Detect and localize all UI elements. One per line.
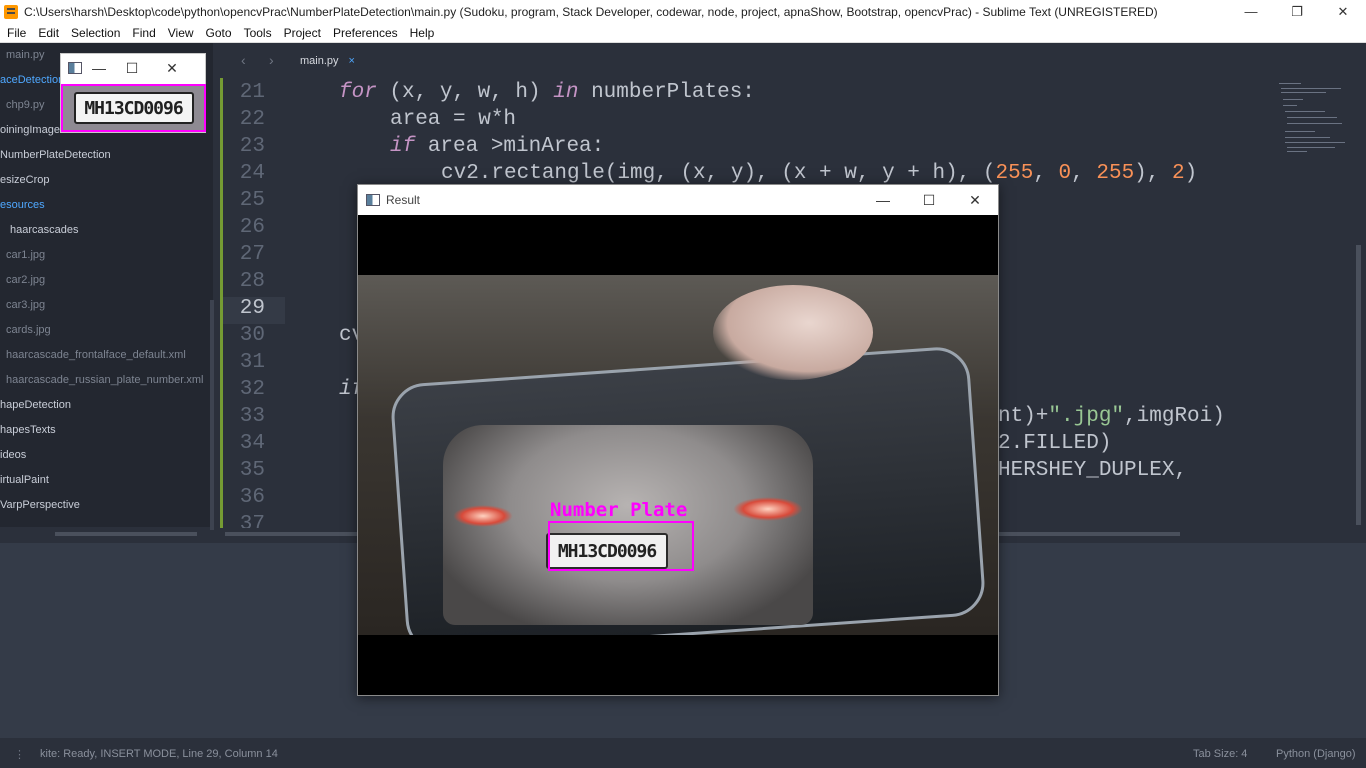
panel-toggle-icon[interactable]: ⋮	[14, 748, 25, 761]
nav-forward-icon[interactable]: ›	[269, 52, 274, 68]
sidebar-item[interactable]: haarcascades	[0, 218, 213, 243]
close-button[interactable]: ✕	[1320, 0, 1366, 23]
status-bar: ⋮ kite: Ready, INSERT MODE, Line 29, Col…	[0, 740, 1366, 768]
menu-edit[interactable]: Edit	[32, 26, 65, 40]
line-number: 29	[239, 297, 265, 320]
code-line: area = w*h	[390, 108, 517, 131]
code-line: 2.FILLED)	[998, 432, 1112, 455]
menu-goto[interactable]: Goto	[200, 26, 238, 40]
window-title: C:\Users\harsh\Desktop\code\python\openc…	[24, 4, 1158, 19]
sublime-text-icon	[4, 4, 18, 19]
result-window-titlebar[interactable]: Result — ☐ ✕	[358, 185, 998, 215]
code-line: nt)+".jpg",imgRoi)	[998, 405, 1225, 428]
menu-preferences[interactable]: Preferences	[327, 26, 404, 40]
sidebar-item[interactable]: haarcascade_russian_plate_number.xml	[0, 368, 213, 393]
vertical-scrollbar[interactable]	[1356, 245, 1361, 525]
line-number: 30	[239, 324, 265, 347]
menu-file[interactable]: File	[0, 26, 32, 40]
line-number: 33	[239, 405, 265, 428]
sidebar-item[interactable]: irtualPaint	[0, 468, 213, 493]
syntax-indicator[interactable]: Python (Django)	[1276, 748, 1356, 760]
sidebar-item[interactable]: car2.jpg	[0, 268, 213, 293]
result-window-title: Result	[386, 193, 421, 207]
line-number: 21	[239, 81, 265, 104]
line-number: 32	[239, 378, 265, 401]
status-text: kite: Ready, INSERT MODE, Line 29, Colum…	[40, 748, 278, 760]
close-button[interactable]: ✕	[952, 192, 998, 209]
minimap[interactable]	[1273, 79, 1353, 528]
opencv-window-icon	[366, 194, 380, 206]
line-number: 28	[239, 270, 265, 293]
menu-project[interactable]: Project	[278, 26, 327, 40]
sidebar-item[interactable]: ideos	[0, 443, 213, 468]
detection-box	[548, 521, 694, 571]
sidebar-hscrollbar[interactable]	[55, 532, 197, 536]
close-button[interactable]: ✕	[152, 60, 192, 77]
sidebar-item[interactable]: esizeCrop	[0, 168, 213, 193]
finger-image	[713, 285, 873, 380]
code-line: HERSHEY_DUPLEX,	[998, 459, 1188, 482]
line-number: 26	[239, 216, 265, 239]
tab-label: main.py	[300, 55, 339, 67]
tab-size-indicator[interactable]: Tab Size: 4	[1193, 748, 1247, 760]
detection-label: Number Plate	[550, 499, 688, 521]
cropped-plate-image: MH13CD0096	[61, 84, 206, 132]
sidebar-item[interactable]: cards.jpg	[0, 318, 213, 343]
maximize-button[interactable]: ☐	[906, 192, 952, 209]
result-window[interactable]: Result — ☐ ✕ MH13CD0096 Number Plate	[357, 184, 999, 696]
sidebar-item[interactable]: NumberPlateDetection	[0, 143, 213, 168]
restore-button[interactable]: ❐	[1274, 0, 1320, 23]
minimize-button[interactable]: —	[860, 192, 906, 208]
line-number: 35	[239, 459, 265, 482]
code-line: cv2.rectangle(img, (x, y), (x + w, y + h…	[441, 162, 1198, 185]
line-number: 23	[239, 135, 265, 158]
line-number: 31	[239, 351, 265, 374]
plate-text: MH13CD0096	[73, 92, 194, 124]
webcam-frame: MH13CD0096 Number Plate	[358, 215, 998, 695]
menu-help[interactable]: Help	[404, 26, 441, 40]
tab-bar: ‹ › main.py ×	[213, 43, 1366, 79]
tab-main-py[interactable]: main.py ×	[286, 43, 364, 79]
sidebar-item[interactable]: haarcascade_frontalface_default.xml	[0, 343, 213, 368]
sidebar-item[interactable]: car3.jpg	[0, 293, 213, 318]
line-number: 27	[239, 243, 265, 266]
minimize-button[interactable]: —	[1228, 0, 1274, 23]
code-line: if area >minArea:	[390, 135, 605, 158]
tail-light-left	[453, 505, 513, 527]
sidebar-item[interactable]: esources	[0, 193, 213, 218]
camera-image: MH13CD0096	[358, 275, 998, 635]
menu-selection[interactable]: Selection	[65, 26, 126, 40]
menu-find[interactable]: Find	[126, 26, 161, 40]
plate-crop-window[interactable]: — ☐ ✕ MH13CD0096	[60, 53, 206, 133]
line-number: 36	[239, 486, 265, 509]
sidebar-item[interactable]: hapeDetection	[0, 393, 213, 418]
code-line: for (x, y, w, h) in numberPlates:	[339, 81, 755, 104]
title-bar: C:\Users\harsh\Desktop\code\python\openc…	[0, 0, 1366, 23]
plate-window-titlebar[interactable]: — ☐ ✕	[61, 54, 205, 82]
minimize-button[interactable]: —	[86, 60, 112, 76]
menu-view[interactable]: View	[162, 26, 200, 40]
line-number: 37	[239, 513, 265, 528]
sidebar-item[interactable]: car1.jpg	[0, 243, 213, 268]
line-number: 24	[239, 162, 265, 185]
line-number: 25	[239, 189, 265, 212]
maximize-button[interactable]: ☐	[112, 60, 152, 77]
menu-tools[interactable]: Tools	[238, 26, 278, 40]
sidebar-scrollbar[interactable]	[210, 300, 214, 530]
nav-back-icon[interactable]: ‹	[241, 52, 246, 68]
menu-bar: File Edit Selection Find View Goto Tools…	[0, 23, 1366, 43]
sidebar-item[interactable]: VarpPerspective	[0, 493, 213, 518]
line-number: 34	[239, 432, 265, 455]
opencv-window-icon	[68, 62, 82, 74]
sidebar-item[interactable]: hapesTexts	[0, 418, 213, 443]
tail-light-right	[733, 497, 803, 521]
line-number: 22	[239, 108, 265, 131]
tab-close-icon[interactable]: ×	[349, 55, 355, 67]
